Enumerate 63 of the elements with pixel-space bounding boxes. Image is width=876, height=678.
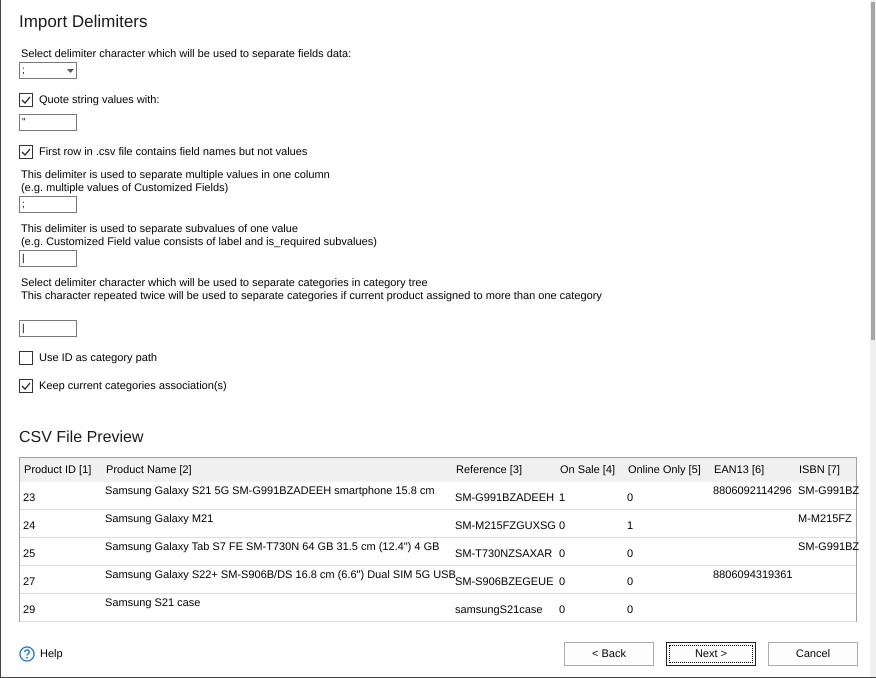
delimiter-dropdown[interactable]: ;	[19, 62, 77, 79]
hint-text: Select delimiter character which will be used to separate fields data:	[20, 48, 352, 61]
table-cell-text: 1	[558, 491, 566, 506]
column-header[interactable]: ISBN [7]	[795, 458, 856, 482]
hint-text: This delimiter is used to separate multiple values in one column	[20, 169, 330, 182]
caret-icon	[67, 68, 74, 72]
table-cell-text: 24	[22, 519, 36, 534]
hint-text: This character repeated twice will be used to separate categories if current product assigned to more than one category	[20, 290, 602, 303]
table-cell-text: Samsung Galaxy S21 5G SM-G991BZADEEH smartphone 15.8 cm	[104, 484, 436, 499]
table-cell-text: 0	[626, 491, 634, 506]
table-cell-text: SM-G991BZADEEH	[454, 491, 556, 506]
table-cell-text: Samsung Galaxy Tab S7 FE SM-T730N 64 GB 31.5 cm (12.4") 4 GB	[104, 540, 440, 555]
help-icon	[19, 646, 35, 662]
table-cell-text: 0	[558, 547, 566, 562]
table-cell-text: 8806092114296	[712, 484, 793, 499]
hint-text: Select delimiter character which will be used to separate categories in category tree	[20, 277, 429, 290]
table-cell-text: 25	[22, 547, 36, 562]
table-cell-text: 0	[558, 519, 566, 534]
checkbox-label: Use ID as category path	[39, 352, 158, 364]
table-cell-text: 23	[22, 491, 36, 506]
input-field[interactable]: |	[19, 250, 77, 267]
input-field[interactable]: "	[19, 114, 77, 131]
checkbox-label: Quote string values with:	[39, 94, 160, 106]
wizard-button[interactable]: < Back	[564, 642, 654, 666]
wizard-button[interactable]: Next >	[666, 642, 756, 666]
hint-text: (e.g. Customized Field value consists of label and is_required subvalues)	[20, 236, 377, 249]
input-field[interactable]: |	[19, 320, 77, 337]
column-header[interactable]: On Sale [4]	[556, 458, 624, 482]
section-title: CSV File Preview	[19, 429, 144, 447]
column-header[interactable]: Product ID [1]	[20, 458, 102, 482]
table-cell-text: 0	[558, 575, 566, 590]
checkbox-label: First row in .csv file contains field names but not values	[39, 146, 308, 158]
table-cell-text: Samsung Galaxy M21	[104, 512, 214, 527]
input-field[interactable]: ;	[19, 196, 77, 213]
hint-text: (e.g. multiple values of Customized Fields)	[20, 182, 230, 195]
table-cell-text: 29	[22, 603, 36, 618]
table-cell-text: samsungS21case	[454, 603, 544, 618]
checkbox-label: Keep current categories association(s)	[39, 380, 227, 392]
checkbox[interactable]	[19, 351, 33, 365]
checkbox[interactable]	[19, 145, 33, 159]
scrollbar[interactable]	[870, 0, 876, 677]
table-cell-text: SM-T730NZSAXAR	[454, 547, 554, 562]
column-header[interactable]: Product Name [2]	[102, 458, 452, 482]
table-cell-text: 0	[558, 603, 566, 618]
hint-text: This delimiter is used to separate subvalues of one value	[20, 223, 299, 236]
page-title: Import Delimiters	[19, 12, 148, 32]
table-cell-text: 27	[22, 575, 36, 590]
table-cell-text: 0	[626, 547, 634, 562]
table-cell-text: SM-S906BZEGEUE	[455, 576, 554, 590]
wizard-button[interactable]: Cancel	[768, 642, 858, 666]
column-header[interactable]: Reference [3]	[452, 458, 556, 482]
column-header[interactable]: Online Only [5]	[624, 458, 710, 482]
table-cell-text: 8806094319361	[712, 568, 794, 583]
table-cell-text: M-M215FZ	[797, 512, 853, 527]
table-cell-text: 1	[626, 519, 634, 534]
table-cell-text: SM-M215FZGUXSG	[454, 519, 556, 534]
table-cell-text: 0	[626, 603, 634, 618]
checkbox[interactable]	[19, 93, 33, 107]
table-cell-text: 0	[626, 575, 634, 590]
checkbox[interactable]	[19, 379, 33, 393]
table-cell-text: Samsung S21 case	[104, 596, 202, 611]
help-link[interactable]: Help	[19, 646, 63, 662]
column-header[interactable]: EAN13 [6]	[710, 458, 795, 482]
